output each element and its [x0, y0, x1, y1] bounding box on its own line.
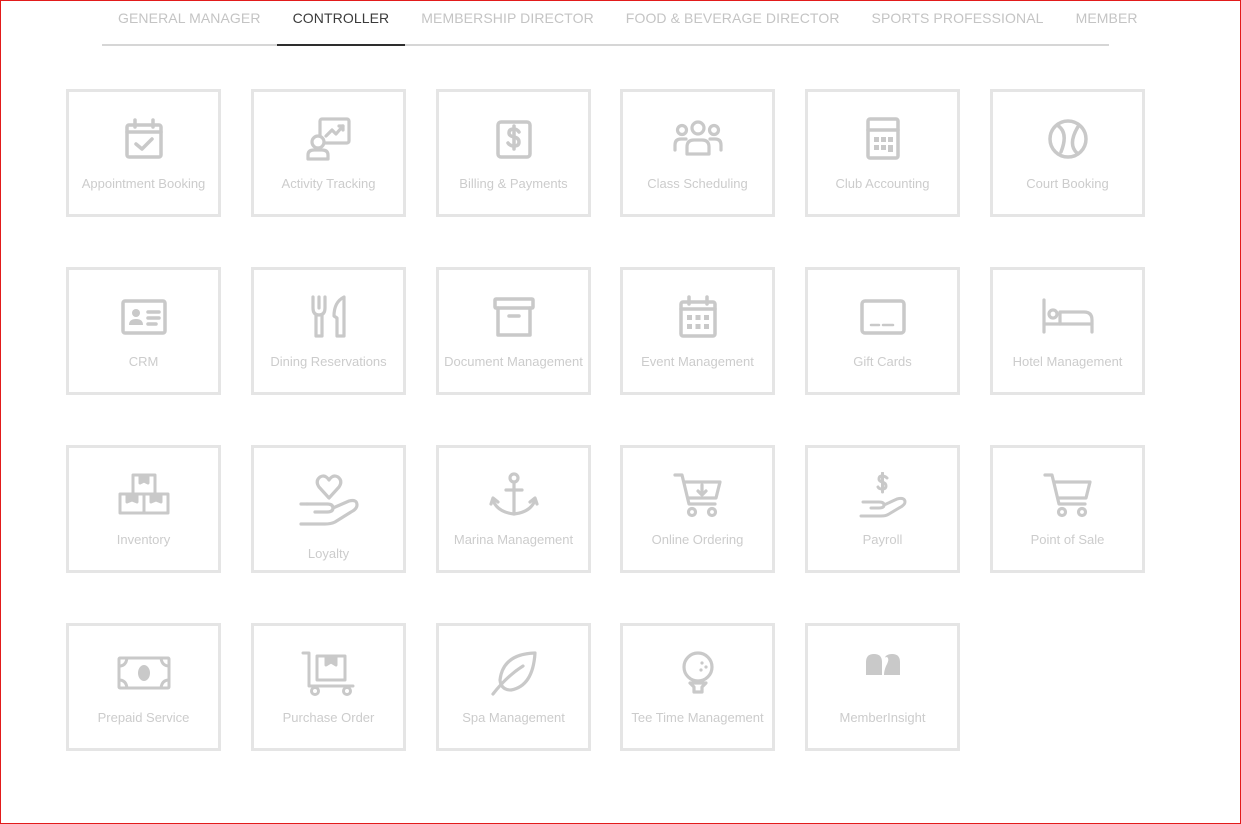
tile-label: CRM — [128, 354, 159, 369]
tile-label: Document Management — [444, 354, 583, 369]
tile-crm[interactable]: CRM — [66, 267, 221, 395]
banknote-icon — [116, 650, 172, 696]
gift-card-icon — [859, 294, 906, 340]
tile-label: Marina Management — [453, 532, 574, 547]
tile-gift-cards[interactable]: Gift Cards — [805, 267, 960, 395]
tile-loyalty[interactable]: Loyalty — [251, 445, 406, 573]
role-tabs: GENERAL MANAGER CONTROLLER MEMBERSHIP DI… — [102, 0, 1138, 46]
tab-member[interactable]: MEMBER — [1060, 0, 1154, 44]
tile-memberinsight[interactable]: MemberInsight — [805, 623, 960, 751]
tile-label: Event Management — [641, 354, 754, 369]
tile-label: Online Ordering — [651, 532, 744, 547]
tile-label: Club Accounting — [835, 176, 930, 191]
tile-label: Hotel Management — [1012, 354, 1123, 369]
tile-club-accounting[interactable]: Club Accounting — [805, 89, 960, 217]
tile-document-management[interactable]: Document Management — [436, 267, 591, 395]
tile-event-management[interactable]: Event Management — [620, 267, 775, 395]
tile-dining-reservations[interactable]: Dining Reservations — [251, 267, 406, 395]
tennis-ball-icon — [1045, 116, 1091, 162]
tile-label: Payroll — [862, 532, 903, 547]
tile-label: MemberInsight — [839, 710, 926, 725]
memberinsight-logo-icon — [860, 646, 906, 692]
tab-controller[interactable]: CONTROLLER — [276, 0, 406, 46]
tile-payroll[interactable]: Payroll — [805, 445, 960, 573]
tile-label: Purchase Order — [282, 710, 375, 725]
hand-truck-icon — [301, 650, 357, 696]
tile-marina-management[interactable]: Marina Management — [436, 445, 591, 573]
tile-billing-payments[interactable]: Billing & Payments — [436, 89, 591, 217]
tile-label: Activity Tracking — [281, 176, 376, 191]
tile-inventory[interactable]: Inventory — [66, 445, 221, 573]
group-icon — [672, 116, 723, 162]
tile-activity-tracking[interactable]: Activity Tracking — [251, 89, 406, 217]
tile-label: Class Scheduling — [647, 176, 748, 191]
tile-label: Billing & Payments — [459, 176, 568, 191]
tile-label: Tee Time Management — [631, 710, 764, 725]
tile-label: Inventory — [116, 532, 171, 547]
tile-label: Point of Sale — [1030, 532, 1105, 547]
calendar-check-icon — [121, 116, 167, 162]
tile-class-scheduling[interactable]: Class Scheduling — [620, 89, 775, 217]
calendar-grid-icon — [675, 294, 721, 340]
anchor-icon — [488, 472, 539, 518]
boxes-icon — [118, 472, 169, 518]
heart-hand-icon — [297, 470, 361, 528]
tab-sports-professional[interactable]: SPORTS PROFESSIONAL — [856, 0, 1060, 44]
id-card-icon — [120, 294, 167, 340]
dollar-document-icon — [491, 116, 537, 162]
archive-box-icon — [491, 294, 537, 340]
tab-general-manager[interactable]: GENERAL MANAGER — [102, 0, 277, 44]
tile-label: Dining Reservations — [270, 354, 387, 369]
tab-food-beverage-director[interactable]: FOOD & BEVERAGE DIRECTOR — [610, 0, 856, 44]
tile-online-ordering[interactable]: Online Ordering — [620, 445, 775, 573]
tile-label: Court Booking — [1026, 176, 1109, 191]
tile-prepaid-service[interactable]: Prepaid Service — [66, 623, 221, 751]
tile-spa-management[interactable]: Spa Management — [436, 623, 591, 751]
tile-court-booking[interactable]: Court Booking — [990, 89, 1145, 217]
money-hand-icon — [857, 472, 909, 518]
tile-label: Loyalty — [307, 546, 350, 561]
calculator-icon — [860, 116, 906, 162]
cart-icon — [1042, 472, 1093, 518]
tile-purchase-order[interactable]: Purchase Order — [251, 623, 406, 751]
tab-membership-director[interactable]: MEMBERSHIP DIRECTOR — [405, 0, 610, 44]
golf-ball-icon — [675, 650, 721, 696]
bed-icon — [1041, 294, 1094, 340]
tile-label: Appointment Booking — [81, 176, 206, 191]
tile-label: Gift Cards — [853, 354, 912, 369]
activity-chart-icon — [305, 116, 352, 162]
tile-point-of-sale[interactable]: Point of Sale — [990, 445, 1145, 573]
fork-knife-icon — [306, 294, 352, 340]
tile-tee-time-management[interactable]: Tee Time Management — [620, 623, 775, 751]
tile-label: Prepaid Service — [97, 710, 190, 725]
tile-label: Spa Management — [462, 710, 565, 725]
tile-appointment-booking[interactable]: Appointment Booking — [66, 89, 221, 217]
leaf-icon — [489, 650, 539, 696]
tile-hotel-management[interactable]: Hotel Management — [990, 267, 1145, 395]
cart-download-icon — [672, 472, 723, 518]
